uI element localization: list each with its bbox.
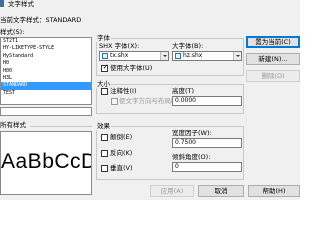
annotative-label: 注释性(I) (110, 87, 137, 95)
bigfont-select[interactable]: hz.shx (172, 51, 242, 61)
current-style-value: STANDARD (45, 16, 82, 24)
use-bigfont-checkbox[interactable]: ✓ (101, 63, 109, 72)
backwards-checkbox[interactable] (101, 150, 108, 157)
delete-style-button[interactable]: 删除(D) (246, 70, 300, 82)
bigfont-icon (175, 53, 181, 59)
height-value: 0.0000 (175, 97, 196, 104)
use-bigfont-label: 使用大字体(U) (110, 64, 153, 72)
style-list-item[interactable]: ST2T1 (1, 38, 91, 45)
style-list-item[interactable]: H0 (1, 60, 91, 67)
preview-caption: 所有样式 (0, 121, 26, 129)
shx-font-icon (102, 53, 108, 59)
preview-pane: AaBbCcD_ (0, 131, 92, 195)
help-button[interactable]: 帮助(H) (248, 185, 300, 197)
shx-font-label: SHX 字体(X): (99, 42, 140, 50)
oblique-angle-input[interactable]: 0 (172, 162, 242, 172)
text-style-dialog: 文字样式 当前文字样式：STANDARD 样式(S): ST2T1 HY-LIK… (0, 0, 300, 200)
chevron-down-icon[interactable] (160, 52, 168, 60)
set-current-button[interactable]: 置为当前(C) (246, 36, 300, 48)
styles-caption: 样式(S): (0, 28, 25, 36)
annotative-checkbox[interactable] (101, 88, 108, 95)
styles-list[interactable]: ST2T1 HY-LIKETYPE-STYLE HyStandard H0 H0… (0, 37, 92, 105)
width-factor-value: 0.7500 (175, 139, 196, 146)
bigfont-label: 大字体(B): (172, 42, 204, 50)
backwards-label: 反向(K) (110, 149, 133, 157)
upside-down-label: 颠倒(E) (110, 133, 133, 141)
checkmark-icon: ✓ (102, 63, 109, 71)
width-factor-label: 宽度因子(W): (172, 129, 212, 137)
size-group-title: 大小 (96, 80, 111, 88)
match-orientation-checkbox[interactable] (111, 98, 118, 105)
upside-down-checkbox[interactable] (101, 134, 108, 141)
effects-group-title: 效果 (96, 122, 111, 130)
shx-font-value: tx.shx (110, 52, 129, 59)
style-list-item[interactable]: H3L (1, 75, 91, 82)
preview-divider (30, 126, 92, 127)
app-icon (0, 0, 4, 7)
height-label: 高度(T) (172, 87, 195, 95)
apply-button[interactable]: 应用(A) (150, 185, 194, 197)
current-style-readout: 当前文字样式：STANDARD (0, 16, 81, 24)
vertical-label: 垂直(V) (110, 164, 133, 172)
chevron-down-icon[interactable] (233, 52, 241, 60)
preview-sample-text: AaBbCcD_ (1, 150, 91, 173)
shx-font-select[interactable]: tx.shx (99, 51, 169, 61)
style-list-item[interactable]: HY-LIKETYPE-STYLE (1, 45, 91, 52)
vertical-checkbox[interactable] (101, 165, 108, 172)
height-input[interactable]: 0.0000 (172, 96, 242, 106)
bigfont-value: hz.shx (183, 52, 203, 59)
style-filter-dropdown[interactable] (0, 107, 92, 116)
font-group-title: 字体 (96, 34, 111, 42)
style-list-item-selected[interactable]: STANDARD (1, 82, 91, 90)
cancel-button[interactable]: 取消 (198, 185, 244, 197)
dialog-title: 文字样式 (8, 0, 34, 8)
style-list-item[interactable]: H00 (1, 68, 91, 75)
new-style-button[interactable]: 新建(N)... (246, 53, 300, 65)
oblique-angle-value: 0 (175, 163, 179, 170)
width-factor-input[interactable]: 0.7500 (172, 138, 242, 148)
style-list-item[interactable]: TEST (1, 90, 91, 97)
style-list-item[interactable]: HyStandard (1, 53, 91, 60)
oblique-angle-label: 倾斜角度(O): (172, 153, 211, 161)
current-style-label: 当前文字样式： (0, 16, 46, 24)
